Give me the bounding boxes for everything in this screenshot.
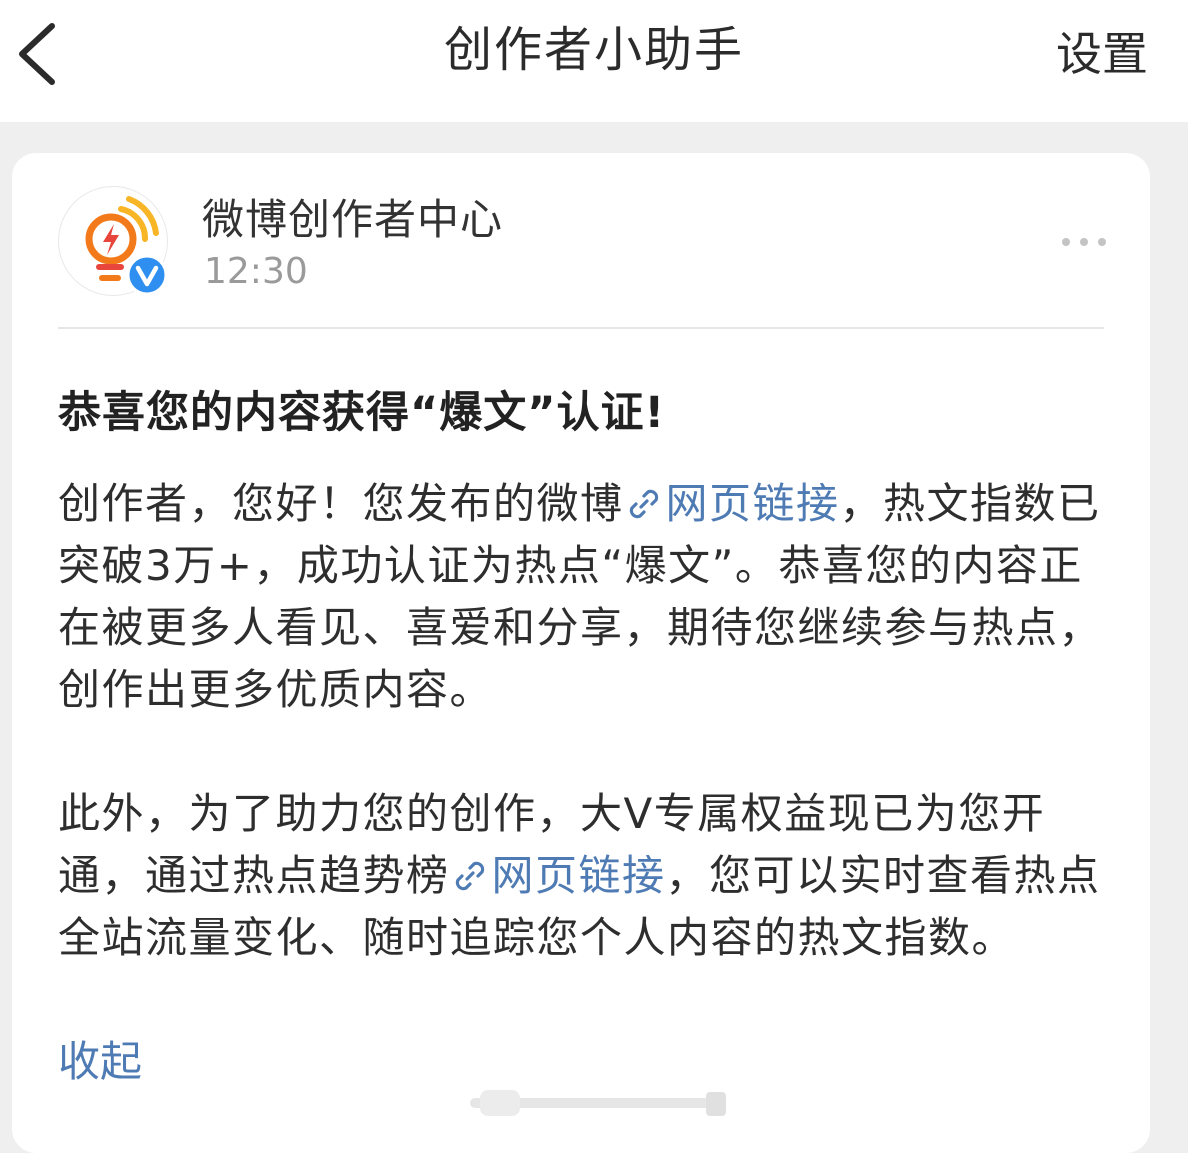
web-link[interactable]: 网页链接: [624, 479, 840, 528]
message-title: 恭喜您的内容获得“爆文”认证!: [58, 388, 666, 438]
verified-badge: [126, 254, 168, 296]
more-dots-icon: [1062, 238, 1106, 246]
message-paragraph: 此外，为了助力您的创作，大V专属权益现已为您开通，通过热点趋势榜 网页链接，您可以…: [58, 783, 1118, 969]
divider: [58, 327, 1104, 329]
watermark: [470, 1084, 740, 1124]
more-options-button[interactable]: [1058, 227, 1110, 257]
web-link-label: 网页链接: [491, 851, 666, 900]
collapse-button[interactable]: 收起: [58, 1031, 142, 1093]
sender-name[interactable]: 微博创作者中心: [202, 193, 503, 247]
paragraph-text: 创作者，您好！您发布的微博: [58, 479, 624, 528]
verified-v-icon: [126, 254, 168, 296]
web-link[interactable]: 网页链接: [450, 851, 666, 900]
message-card: 微博创作者中心 12:30 恭喜您的内容获得“爆文”认证! 创作者，您好！您发布…: [12, 153, 1150, 1153]
link-chain-icon: [455, 861, 484, 891]
link-chain-icon: [629, 489, 658, 519]
top-nav-bar: 创作者小助手 设置: [0, 0, 1188, 122]
settings-button[interactable]: 设置: [1056, 22, 1148, 86]
watermark-smudge-icon: [470, 1090, 726, 1116]
web-link-label: 网页链接: [665, 479, 840, 528]
message-paragraph: 创作者，您好！您发布的微博 网页链接，热文指数已突破3万+，成功认证为热点“爆文”…: [58, 473, 1118, 721]
message-time: 12:30: [204, 251, 308, 292]
page-title: 创作者小助手: [443, 22, 744, 78]
message-body: 创作者，您好！您发布的微博 网页链接，热文指数已突破3万+，成功认证为热点“爆文”…: [58, 473, 1118, 1031]
